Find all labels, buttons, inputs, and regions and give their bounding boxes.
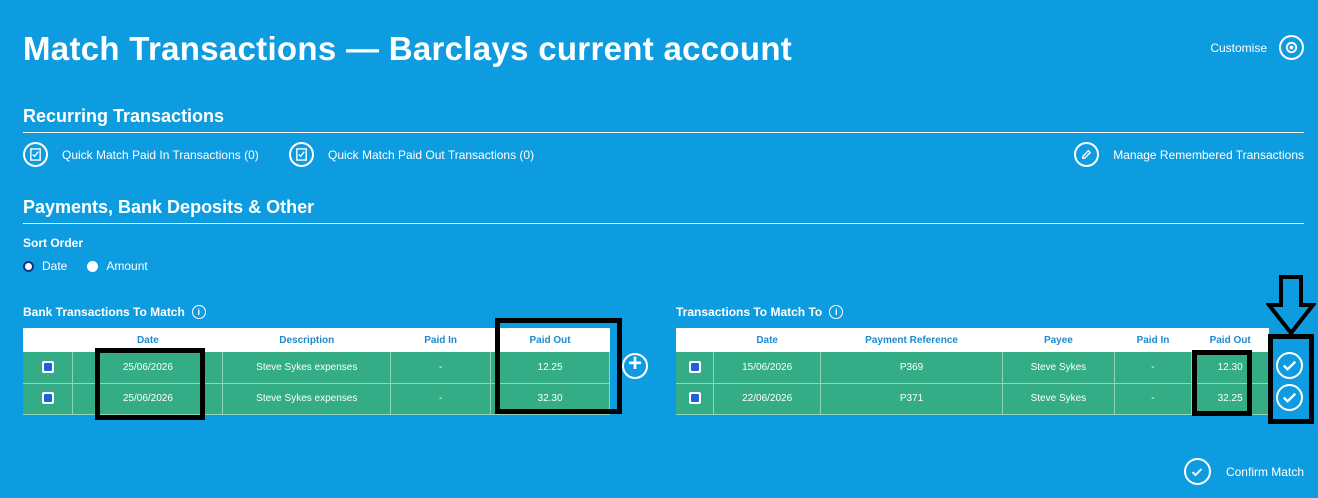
match-table-title-label: Transactions To Match To xyxy=(676,305,823,319)
check-circle-icon[interactable] xyxy=(1276,384,1303,411)
pencil-icon xyxy=(1074,142,1100,167)
row-checkbox[interactable] xyxy=(688,360,701,373)
sort-amount-label: Amount xyxy=(106,259,148,273)
column-header-description[interactable]: Description xyxy=(222,328,391,352)
table-row[interactable]: 15/06/2026 P369 Steve Sykes - 12.30 xyxy=(676,352,1269,384)
row-payee: Steve Sykes xyxy=(1002,383,1115,415)
row-checkbox[interactable] xyxy=(688,392,701,404)
payments-section-title: Payments, Bank Deposits & Other xyxy=(23,197,315,217)
highlight-box-paid-out xyxy=(495,318,622,414)
sort-date-radio[interactable] xyxy=(23,260,34,272)
confirm-match-label: Confirm Match xyxy=(1225,464,1304,479)
column-header-paid-out[interactable]: Paid Out xyxy=(1191,328,1269,352)
info-icon[interactable]: i xyxy=(829,305,844,319)
recurring-section-title: Recurring Transactions xyxy=(23,106,225,126)
row-paid-in: - xyxy=(390,383,492,415)
sort-order-options: Date Amount xyxy=(23,259,148,273)
quick-match-paid-out-button[interactable]: Quick Match Paid Out Transactions (0) xyxy=(289,142,534,167)
quick-match-paid-out-label: Quick Match Paid Out Transactions (0) xyxy=(328,147,535,162)
row-description: Steve Sykes expenses xyxy=(222,352,392,384)
column-header-payment-reference[interactable]: Payment Reference xyxy=(820,328,1003,352)
row-payee: Steve Sykes xyxy=(1002,352,1115,384)
match-table-title: Transactions To Match To i xyxy=(676,305,844,319)
row-paid-in: - xyxy=(390,352,492,384)
gear-icon[interactable] xyxy=(1279,35,1304,60)
column-header-payee[interactable]: Payee xyxy=(1002,328,1115,352)
bank-table-title-label: Bank Transactions To Match xyxy=(23,305,185,319)
row-paid-in: - xyxy=(1114,383,1193,415)
row-paid-in: - xyxy=(1114,352,1193,384)
sort-date-label: Date xyxy=(42,259,68,273)
quick-match-paid-in-button[interactable]: Quick Match Paid In Transactions (0) xyxy=(23,142,259,167)
column-header-paid-in[interactable]: Paid In xyxy=(390,328,491,352)
highlight-box-match-paid-out xyxy=(1192,350,1252,416)
transactions-to-match-table: Date Payment Reference Payee Paid In Pai… xyxy=(676,328,1269,415)
sort-amount-radio[interactable] xyxy=(87,260,99,272)
column-header-date[interactable]: Date xyxy=(713,328,821,352)
customise-label: Customise xyxy=(1210,40,1267,55)
check-circle-icon[interactable] xyxy=(1276,352,1303,379)
row-payment-reference: P371 xyxy=(820,383,1004,415)
check-circle-icon xyxy=(1183,458,1211,485)
down-arrow-icon xyxy=(1266,275,1316,337)
row-checkbox[interactable] xyxy=(41,392,54,404)
row-description: Steve Sykes expenses xyxy=(222,383,392,415)
highlight-box-dates xyxy=(95,348,205,420)
section-divider xyxy=(23,223,1304,224)
quick-match-icon xyxy=(23,142,48,167)
manage-remembered-label: Manage Remembered Transactions xyxy=(1113,147,1304,162)
customise-control[interactable]: Customise xyxy=(1210,35,1304,60)
plus-icon[interactable]: + xyxy=(622,352,648,379)
row-date: 15/06/2026 xyxy=(713,352,821,384)
confirm-match-button[interactable]: Confirm Match xyxy=(1183,458,1304,485)
manage-remembered-button[interactable]: Manage Remembered Transactions xyxy=(1074,142,1304,167)
bank-table-title: Bank Transactions To Match i xyxy=(23,305,206,319)
column-header-paid-in[interactable]: Paid In xyxy=(1114,328,1192,352)
table-row[interactable]: 22/06/2026 P371 Steve Sykes - 32.25 xyxy=(676,383,1269,415)
info-icon[interactable]: i xyxy=(191,305,206,319)
sort-order-label: Sort Order xyxy=(23,236,84,250)
row-payment-reference: P369 xyxy=(820,352,1004,384)
row-checkbox[interactable] xyxy=(41,360,54,373)
quick-match-paid-in-label: Quick Match Paid In Transactions (0) xyxy=(62,147,259,162)
section-divider xyxy=(23,132,1304,133)
page-title: Match Transactions — Barclays current ac… xyxy=(23,30,793,67)
row-date: 22/06/2026 xyxy=(713,383,821,415)
quick-match-icon xyxy=(289,142,314,167)
